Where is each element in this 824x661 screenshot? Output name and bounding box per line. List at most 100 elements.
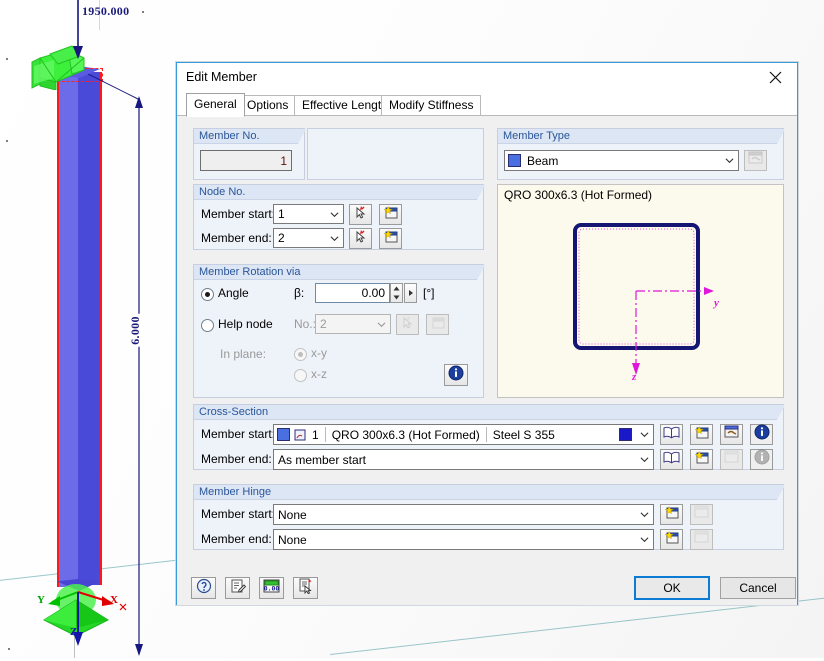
- hinge-start-value: None: [278, 507, 307, 522]
- cs-start-edit-button[interactable]: [720, 424, 743, 445]
- cs-start-color-swatch: [277, 428, 290, 441]
- cs-start-library-button[interactable]: [660, 424, 683, 445]
- cross-section-axis-z-label: z: [632, 371, 637, 383]
- member-no-field[interactable]: 1: [200, 150, 292, 171]
- spinner-down-icon[interactable]: [391, 293, 402, 302]
- axis-label-y: Y: [37, 594, 45, 606]
- node-end-combo[interactable]: 2: [273, 228, 344, 248]
- member-type-group: Member Type Beam: [497, 128, 785, 180]
- tab-modify-stiffness[interactable]: Modify Stiffness: [381, 95, 482, 116]
- cross-section-preview-caption: QRO 300x6.3 (Hot Formed): [504, 188, 653, 202]
- cs-start-material: Steel S 355: [492, 427, 555, 442]
- library-icon: [663, 451, 680, 469]
- chevron-down-icon: [326, 234, 343, 243]
- node-start-new-button[interactable]: [379, 204, 402, 225]
- hinge-start-label: Member start:: [201, 507, 276, 521]
- cs-start-info-button[interactable]: [750, 424, 773, 445]
- member-type-edit-button[interactable]: [744, 150, 767, 171]
- rotation-angle-label: Angle: [218, 286, 249, 300]
- node-end-value: 2: [278, 231, 285, 245]
- node-start-combo[interactable]: 1: [273, 204, 344, 224]
- beta-input[interactable]: 0.00: [315, 283, 390, 303]
- cancel-button[interactable]: Cancel: [720, 577, 796, 599]
- hinge-start-new-button[interactable]: [660, 504, 683, 525]
- hinge-end-new-button[interactable]: [660, 529, 683, 550]
- helpnode-new-button[interactable]: [426, 314, 449, 335]
- cross-section-preview[interactable]: QRO 300x6.3 (Hot Formed) y z: [497, 184, 784, 398]
- cs-start-material-swatch: [619, 428, 632, 441]
- comment-icon: [230, 578, 246, 599]
- tab-panel-general: Member No. 1 Member Type Beam Node No. M…: [177, 115, 797, 605]
- new-window-icon: [694, 425, 710, 444]
- cs-end-edit-button[interactable]: [720, 449, 743, 470]
- dialog-footer: 0.00 OK Cancel: [177, 571, 797, 605]
- ok-button-label: OK: [663, 581, 681, 595]
- node-no-group: Node No. Member start: 1 Member end: 2: [193, 184, 485, 250]
- node-end-pick-button[interactable]: [349, 228, 372, 249]
- close-icon[interactable]: [753, 63, 797, 92]
- ok-button[interactable]: OK: [634, 576, 710, 600]
- member-no-group: Member No. 1: [193, 128, 306, 180]
- tab-options[interactable]: Options: [239, 95, 297, 116]
- rotation-helpnode-radio[interactable]: [201, 319, 214, 332]
- inplane-xz-radio[interactable]: [294, 369, 307, 382]
- hinge-start-edit-button[interactable]: [690, 504, 713, 525]
- rotation-angle-radio[interactable]: [201, 288, 214, 301]
- pick-document-button[interactable]: [293, 577, 318, 599]
- cs-start-combo[interactable]: 1 QRO 300x6.3 (Hot Formed) Steel S 355: [273, 424, 654, 445]
- helpnode-no-value: 2: [320, 317, 327, 331]
- edit-window-icon: [694, 530, 710, 549]
- beta-more-button[interactable]: [404, 283, 417, 303]
- inplane-xz-label: x-z: [311, 367, 327, 381]
- chevron-down-icon: [636, 430, 653, 439]
- member-type-combo[interactable]: Beam: [504, 150, 739, 171]
- hinge-end-combo[interactable]: None: [273, 529, 654, 550]
- member-rotation-group: Member Rotation via Angle β: 0.00 [°] He…: [193, 264, 485, 398]
- help-icon: [196, 578, 212, 599]
- cs-end-info-button[interactable]: [750, 449, 773, 470]
- member-face-right[interactable]: [78, 72, 102, 585]
- helpnode-no-combo[interactable]: 2: [315, 314, 391, 334]
- cs-end-value: As member start: [278, 452, 367, 467]
- cs-end-label: Member end:: [201, 452, 272, 466]
- helpnode-pick-button[interactable]: [396, 314, 419, 335]
- calculator-button[interactable]: 0.00: [259, 577, 284, 599]
- inplane-xy-radio[interactable]: [294, 348, 307, 361]
- hinge-start-combo[interactable]: None: [273, 504, 654, 525]
- edit-window-icon: [694, 505, 710, 524]
- hinge-end-value: None: [278, 532, 307, 547]
- info-icon: [754, 449, 770, 470]
- node-end-label: Member end:: [201, 231, 272, 245]
- node-end-new-button[interactable]: [379, 228, 402, 249]
- dimension-line: [133, 96, 145, 656]
- axis-label-z: Z: [70, 626, 78, 638]
- cancel-button-label: Cancel: [739, 581, 777, 595]
- svg-text:0.00: 0.00: [263, 584, 279, 592]
- pick-document-icon: [298, 578, 314, 599]
- member-face-left[interactable]: [57, 75, 80, 587]
- member-rotation-group-header: Member Rotation via: [194, 265, 485, 280]
- chevron-down-icon: [636, 510, 653, 519]
- spinner-up-icon[interactable]: [391, 284, 402, 293]
- rotation-info-button[interactable]: [444, 364, 468, 386]
- new-window-icon: [383, 229, 399, 248]
- tab-general[interactable]: General: [186, 93, 245, 117]
- beta-spinner[interactable]: [390, 283, 403, 303]
- info-icon: [754, 424, 770, 445]
- cs-start-new-button[interactable]: [690, 424, 713, 445]
- new-window-icon: [430, 315, 446, 334]
- member-no-filler-panel: [307, 128, 484, 180]
- cs-end-combo[interactable]: As member start: [273, 449, 654, 470]
- info-icon: [448, 365, 464, 386]
- edit-window-icon: [748, 151, 764, 170]
- cs-end-library-button[interactable]: [660, 449, 683, 470]
- cs-end-new-button[interactable]: [690, 449, 713, 470]
- grid-dot: [6, 140, 8, 142]
- hinge-end-label: Member end:: [201, 532, 272, 546]
- tab-general-label: General: [194, 97, 237, 111]
- help-button[interactable]: [191, 577, 216, 599]
- grid-dot: [8, 648, 10, 650]
- comment-button[interactable]: [225, 577, 250, 599]
- node-start-pick-button[interactable]: [349, 204, 372, 225]
- hinge-end-edit-button[interactable]: [690, 529, 713, 550]
